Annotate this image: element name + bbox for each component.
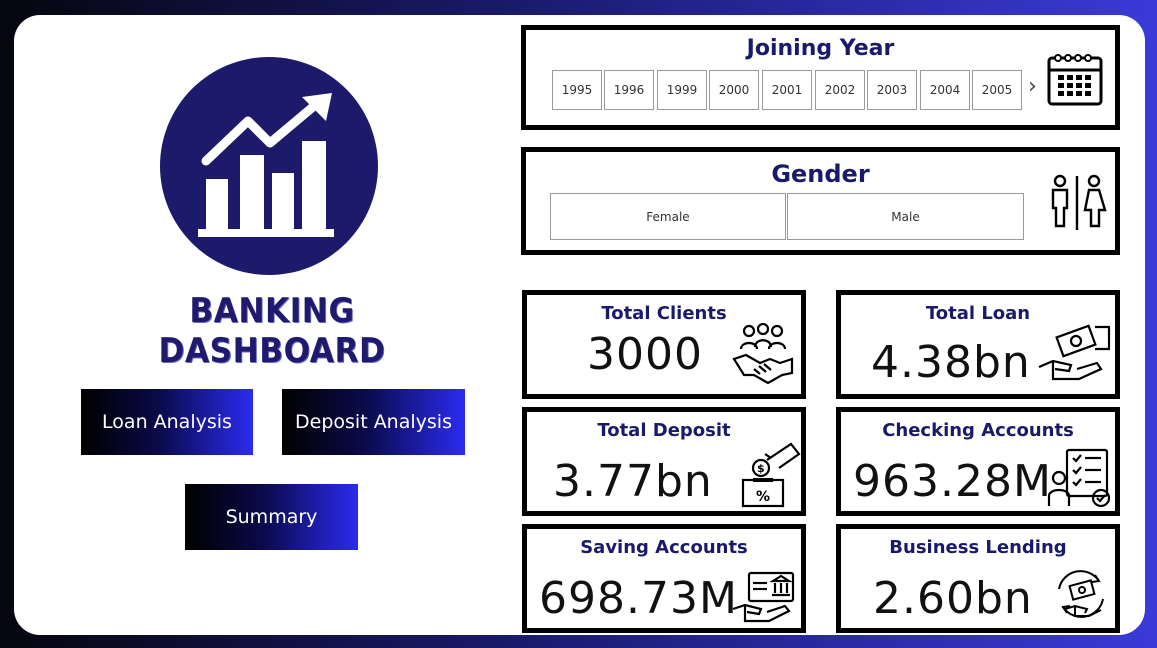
dashboard-title: BANKING DASHBOARD	[158, 291, 386, 371]
kpi-label: Total Clients	[601, 303, 727, 324]
kpi-value: 963.28M	[853, 456, 1052, 507]
year-option[interactable]: 1999	[657, 70, 707, 110]
svg-text:$: $	[757, 462, 765, 475]
restroom-gender-icon	[1051, 174, 1107, 230]
year-option[interactable]: 2005	[972, 70, 1022, 110]
money-exchange-hand-icon	[1058, 570, 1104, 618]
kpi-label: Checking Accounts	[882, 420, 1074, 441]
summary-button[interactable]: Summary	[185, 484, 358, 550]
gender-slicer: Gender Female Male	[521, 147, 1120, 255]
kpi-value: 3000	[587, 329, 703, 380]
dashboard-canvas: BANKING DASHBOARD Loan Analysis Deposit …	[14, 15, 1145, 635]
year-option[interactable]: 2001	[762, 70, 812, 110]
kpi-value: 2.60bn	[873, 573, 1033, 624]
slicer-next-arrow-icon[interactable]: ›	[1028, 74, 1037, 99]
kpi-value: 698.73M	[539, 573, 738, 624]
kpi-card-total-clients: Total Clients 3000	[522, 290, 806, 399]
kpi-card-business-lending: Business Lending 2.60bn	[836, 524, 1120, 633]
gender-option-male[interactable]: Male	[787, 193, 1024, 240]
year-option[interactable]: 1996	[604, 70, 654, 110]
handshake-clients-icon	[732, 323, 794, 385]
year-option[interactable]: 2003	[867, 70, 917, 110]
joining-year-title: Joining Year	[746, 36, 895, 61]
svg-text:%: %	[756, 489, 770, 505]
bank-card-hand-icon	[732, 571, 795, 623]
kpi-label: Saving Accounts	[580, 537, 748, 558]
kpi-value: 4.38bn	[871, 337, 1031, 388]
checklist-person-icon	[1047, 448, 1111, 508]
year-option[interactable]: 2000	[709, 70, 759, 110]
year-option[interactable]: 2004	[920, 70, 970, 110]
loan-analysis-button[interactable]: Loan Analysis	[81, 389, 253, 455]
calendar-icon	[1047, 54, 1103, 106]
kpi-value: 3.77bn	[553, 456, 713, 507]
year-option[interactable]: 1995	[552, 70, 602, 110]
kpi-label: Business Lending	[889, 537, 1067, 558]
deposit-analysis-button[interactable]: Deposit Analysis	[282, 389, 465, 455]
gender-title: Gender	[771, 160, 870, 188]
kpi-card-saving-accounts: Saving Accounts 698.73M	[522, 524, 806, 633]
kpi-card-checking-accounts: Checking Accounts 963.28M	[836, 407, 1120, 516]
deposit-coin-box-icon: $ %	[741, 442, 801, 508]
loan-cash-hand-icon	[1038, 324, 1111, 381]
kpi-label: Total Deposit	[597, 420, 731, 441]
kpi-label: Total Loan	[925, 303, 1031, 324]
bank-chart-logo	[160, 57, 378, 275]
year-option[interactable]: 2002	[815, 70, 865, 110]
joining-year-slicer: Joining Year 1995 1996 1999 2000 2001 20…	[521, 25, 1120, 130]
gender-option-female[interactable]: Female	[550, 193, 786, 240]
kpi-card-total-deposit: Total Deposit 3.77bn $ %	[522, 407, 806, 516]
kpi-card-total-loan: Total Loan 4.38bn	[836, 290, 1120, 399]
growth-chart-icon	[198, 93, 334, 237]
